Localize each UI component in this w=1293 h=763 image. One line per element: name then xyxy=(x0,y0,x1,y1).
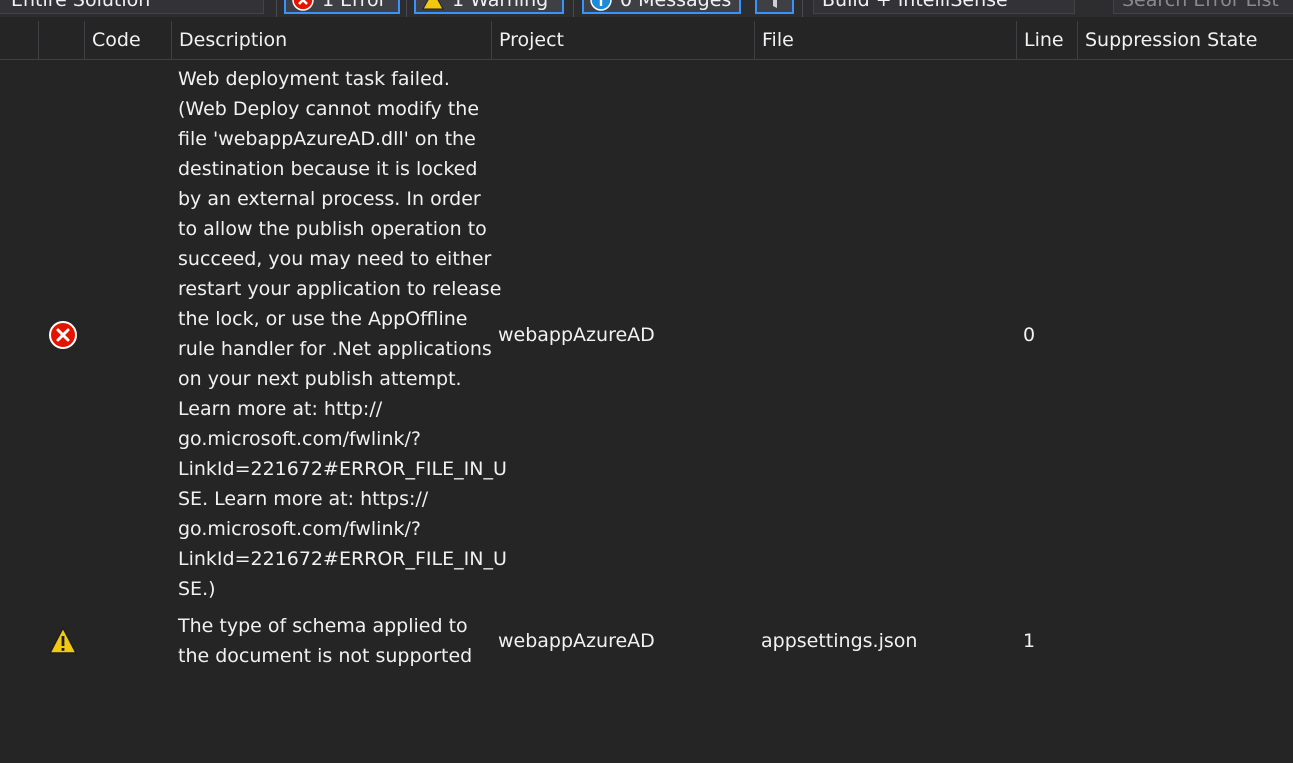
info-icon xyxy=(590,0,612,11)
description-line: restart your application to release xyxy=(178,278,502,300)
description-line: file 'webappAzureAD.dll' on the xyxy=(178,128,476,150)
error-list-toolbar: Entire Solution 1 Error 1 Warning 0 Mess… xyxy=(0,0,1293,17)
messages-filter-button[interactable]: 0 Messages xyxy=(582,0,741,14)
error-icon xyxy=(292,0,314,11)
filter-toggle-button[interactable] xyxy=(755,0,794,14)
column-header-severity[interactable] xyxy=(38,21,84,59)
toolbar-separator xyxy=(573,0,574,17)
column-header-line[interactable]: Line xyxy=(1016,21,1077,59)
description-line: The type of schema applied to xyxy=(178,615,468,637)
table-row[interactable]: Web deployment task failed. (Web Deploy … xyxy=(0,64,1293,604)
description-line: Learn more at: http:// xyxy=(178,398,383,420)
row-file: appsettings.json xyxy=(761,630,918,652)
errors-filter-button[interactable]: 1 Error xyxy=(284,0,400,14)
description-line: go.microsoft.com/fwlink/? xyxy=(178,518,421,540)
description-line: SE.) xyxy=(178,578,216,600)
warning-icon xyxy=(49,627,77,654)
toolbar-separator xyxy=(276,0,277,17)
messages-filter-label: 0 Messages xyxy=(620,0,732,11)
description-line: go.microsoft.com/fwlink/? xyxy=(178,428,421,450)
errors-filter-label: 1 Error xyxy=(322,0,387,11)
search-error-list-input[interactable]: Search Error List xyxy=(1113,0,1293,14)
description-line: SE. Learn more at: https:// xyxy=(178,488,429,510)
column-header-suppression-state[interactable]: Suppression State xyxy=(1077,21,1293,59)
column-header-code[interactable]: Code xyxy=(84,21,171,59)
row-project: webappAzureAD xyxy=(498,324,655,346)
warnings-filter-button[interactable]: 1 Warning xyxy=(414,0,564,14)
table-row[interactable]: The type of schema applied to the docume… xyxy=(0,611,1293,673)
description-line: on your next publish attempt. xyxy=(178,368,462,390)
row-project: webappAzureAD xyxy=(498,630,655,652)
description-line: rule handler for .Net applications xyxy=(178,338,492,360)
description-line: (Web Deploy cannot modify the xyxy=(178,98,480,120)
row-description: Web deployment task failed. (Web Deploy … xyxy=(178,64,507,604)
description-line: LinkId=221672#ERROR_FILE_IN_U xyxy=(178,458,507,480)
scope-dropdown[interactable]: Entire Solution xyxy=(0,0,264,14)
description-line: by an external process. In order xyxy=(178,188,481,210)
toolbar-separator xyxy=(802,0,803,17)
row-description: The type of schema applied to the docume… xyxy=(178,611,492,671)
warning-icon xyxy=(422,0,444,10)
description-line: succeed, you may need to either xyxy=(178,248,492,270)
column-header-file[interactable]: File xyxy=(754,21,1016,59)
toolbar-separator xyxy=(406,0,407,17)
description-line: to allow the publish operation to xyxy=(178,218,487,240)
description-line: the document is not supported xyxy=(178,645,473,667)
column-header-blank[interactable] xyxy=(0,21,38,59)
column-header-description[interactable]: Description xyxy=(171,21,491,59)
description-line: LinkId=221672#ERROR_FILE_IN_U xyxy=(178,548,507,570)
description-line: destination because it is locked xyxy=(178,158,478,180)
row-line: 0 xyxy=(1023,324,1036,346)
row-line: 1 xyxy=(1023,630,1036,652)
column-header-project[interactable]: Project xyxy=(491,21,754,59)
description-line: Web deployment task failed. xyxy=(178,68,450,90)
build-intellisense-dropdown[interactable]: Build + IntelliSense xyxy=(813,0,1075,14)
funnel-icon xyxy=(772,0,777,8)
error-list-header: Code Description Project File Line Suppr… xyxy=(0,21,1293,60)
error-icon xyxy=(49,321,77,349)
warnings-filter-label: 1 Warning xyxy=(452,0,549,11)
description-line: the lock, or use the AppOffline xyxy=(178,308,468,330)
